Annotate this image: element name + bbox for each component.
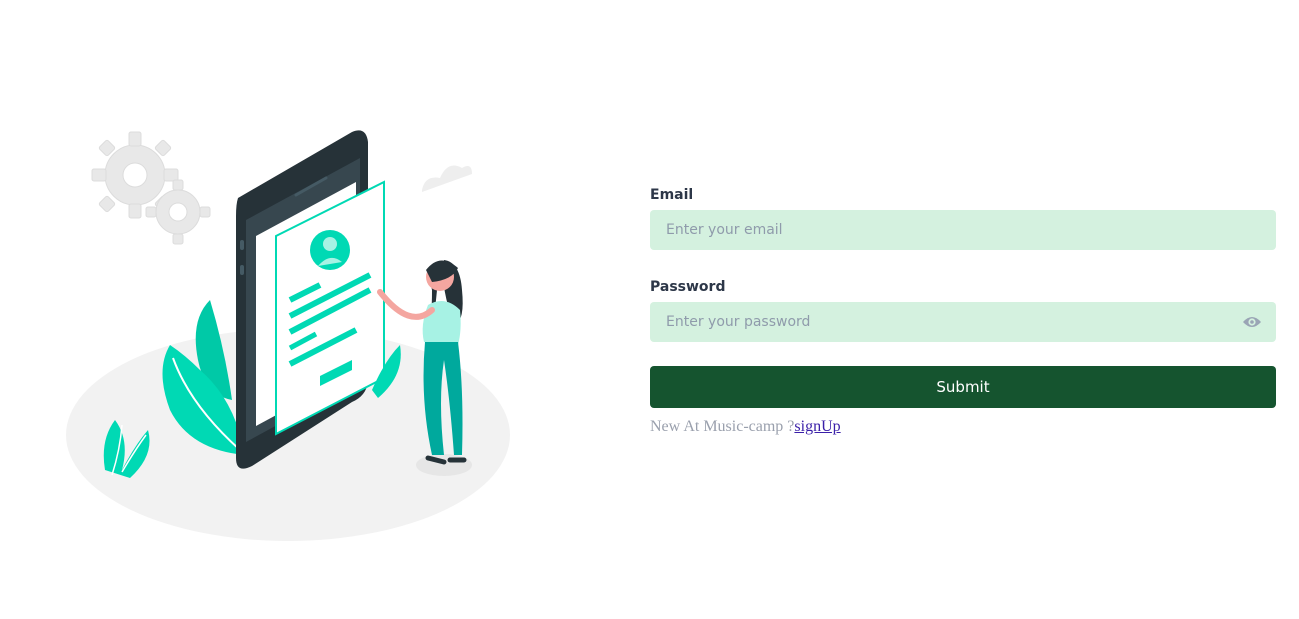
- submit-button[interactable]: Submit: [650, 366, 1276, 408]
- login-form: Email Password Submit New At Music-camp …: [650, 186, 1276, 436]
- signup-link[interactable]: signUp: [794, 418, 840, 435]
- signup-prompt: New At Music-camp ?signUp: [650, 418, 1276, 436]
- email-field-wrapper: [650, 210, 1276, 250]
- email-label: Email: [650, 187, 694, 203]
- email-input[interactable]: [650, 210, 1276, 250]
- signup-text: New At Music-camp ?: [650, 418, 795, 435]
- password-label: Password: [650, 279, 726, 295]
- password-field-wrapper: [650, 302, 1276, 342]
- cloud-icon: [422, 165, 472, 192]
- eye-icon[interactable]: [1242, 314, 1262, 330]
- login-illustration: [66, 130, 510, 541]
- password-input[interactable]: [650, 302, 1276, 342]
